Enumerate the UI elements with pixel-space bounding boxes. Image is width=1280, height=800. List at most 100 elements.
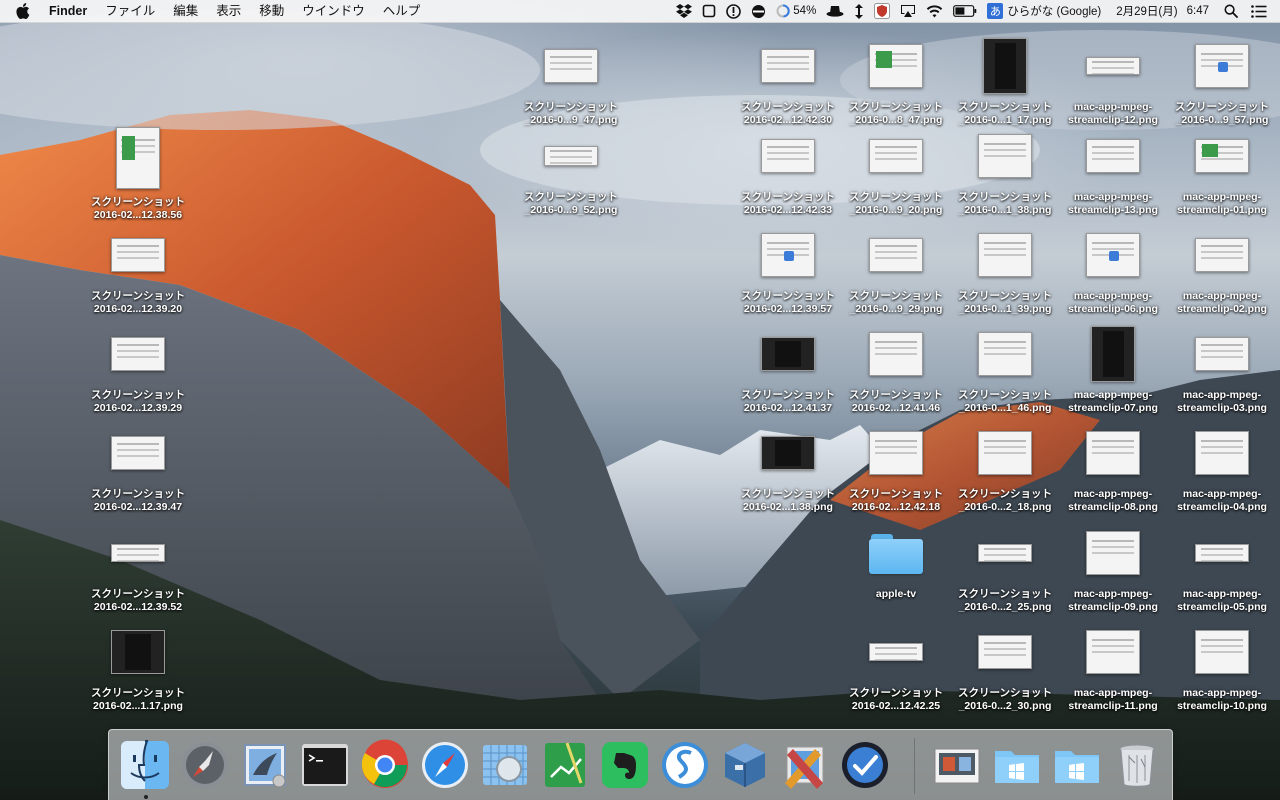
desktop-icon-label: スクリーンショット 2016-02...12.42.25	[849, 687, 943, 712]
desktop-icon-label: mac-app-mpeg- streamclip-01.png	[1177, 191, 1267, 216]
safari-icon[interactable]	[419, 739, 471, 791]
info-circle-icon[interactable]	[721, 0, 746, 22]
simplenote-icon[interactable]	[659, 739, 711, 791]
folder-apple-tv[interactable]: apple-tv	[844, 521, 948, 601]
desktop-icon-label: スクリーンショット 2016-02...12.39.52	[91, 588, 185, 613]
desktop-icon-label: mac-app-mpeg- streamclip-09.png	[1068, 588, 1158, 613]
file-thumbnail	[86, 223, 190, 287]
dock-separator	[914, 738, 915, 794]
desktop-icon[interactable]: スクリーンショット _2016-0...1_39.png	[953, 223, 1057, 316]
downloads-stack-icon[interactable]	[1051, 739, 1103, 791]
screenshot-stack-icon[interactable]	[931, 739, 983, 791]
file-thumbnail	[1061, 620, 1165, 684]
file-thumbnail	[86, 322, 190, 386]
desktop-icon[interactable]: mac-app-mpeg- streamclip-01.png	[1170, 124, 1274, 217]
progress-ring-icon[interactable]: 54%	[771, 0, 821, 22]
desktop-icon[interactable]: スクリーンショット 2016-02...12.42.18	[844, 421, 948, 514]
desktop-icon[interactable]: スクリーンショット _2016-0...2_25.png	[953, 521, 1057, 614]
desktop-icon[interactable]: スクリーンショット 2016-02...12.42.25	[844, 620, 948, 713]
sync-icon[interactable]	[746, 0, 771, 22]
updown-arrow-icon[interactable]	[849, 0, 869, 22]
pixelmator-icon[interactable]	[779, 739, 831, 791]
desktop-icon[interactable]: スクリーンショット 2016-02...12.39.29	[86, 322, 190, 415]
desktop-icon-label: mac-app-mpeg- streamclip-11.png	[1068, 687, 1158, 712]
airplay-icon[interactable]	[895, 0, 921, 22]
menu-help[interactable]: ヘルプ	[374, 0, 430, 22]
desktop-icon[interactable]: スクリーンショット 2016-02...12.42.30	[736, 34, 840, 127]
virtualbox-icon[interactable]	[719, 739, 771, 791]
desktop-icon[interactable]: スクリーンショット 2016-02...12.39.47	[86, 421, 190, 514]
desktop[interactable]: Finder ファイル 編集 表示 移動 ウインドウ ヘルプ 54% あ ひらが…	[0, 0, 1280, 800]
input-method-icon[interactable]: あ ひらがな (Google)	[982, 0, 1106, 22]
desktop-icon[interactable]: スクリーンショット 2016-02...12.39.52	[86, 521, 190, 614]
desktop-icon[interactable]: スクリーンショット 2016-02...12.41.37	[736, 322, 840, 415]
preview-icon[interactable]	[479, 739, 531, 791]
shield-icon[interactable]	[869, 0, 895, 22]
desktop-icon[interactable]: スクリーンショット _2016-0...9_20.png	[844, 124, 948, 217]
hat-icon[interactable]	[821, 0, 849, 22]
terminal-icon[interactable]	[299, 739, 351, 791]
finder-icon[interactable]	[119, 739, 171, 791]
folder-stack-icon[interactable]	[991, 739, 1043, 791]
wifi-icon[interactable]	[921, 0, 948, 22]
desktop-icon[interactable]: スクリーンショット 2016-02...12.39.20	[86, 223, 190, 316]
desktop-icon[interactable]: mac-app-mpeg- streamclip-04.png	[1170, 421, 1274, 514]
menu-app-finder[interactable]: Finder	[40, 0, 96, 22]
desktop-icon[interactable]: mac-app-mpeg- streamclip-06.png	[1061, 223, 1165, 316]
desktop-icon[interactable]: スクリーンショット _2016-0...2_30.png	[953, 620, 1057, 713]
spotlight-icon[interactable]	[1214, 0, 1243, 22]
trash-icon[interactable]	[1111, 739, 1163, 791]
apple-logo-icon[interactable]	[0, 0, 40, 22]
dropbox-icon[interactable]	[671, 0, 697, 22]
square-icon[interactable]	[697, 0, 721, 22]
desktop-icon[interactable]: スクリーンショット _2016-0...1_17.png	[953, 34, 1057, 127]
file-thumbnail	[86, 521, 190, 585]
desktop-icon[interactable]: スクリーンショット 2016-02...12.42.33	[736, 124, 840, 217]
menu-file[interactable]: ファイル	[96, 0, 164, 22]
evernote-icon[interactable]	[599, 739, 651, 791]
desktop-icon[interactable]: mac-app-mpeg- streamclip-09.png	[1061, 521, 1165, 614]
file-thumbnail	[736, 34, 840, 98]
desktop-icon[interactable]: スクリーンショット _2016-0...8_47.png	[844, 34, 948, 127]
desktop-icon[interactable]: スクリーンショット _2016-0...9_29.png	[844, 223, 948, 316]
desktop-icon[interactable]: スクリーンショット _2016-0...1_38.png	[953, 124, 1057, 217]
desktop-icon[interactable]: スクリーンショット 2016-02...1.38.png	[736, 421, 840, 514]
desktop-icon[interactable]: スクリーンショット _2016-0...9_47.png	[519, 34, 623, 127]
file-thumbnail	[953, 223, 1057, 287]
desktop-icon[interactable]: スクリーンショット 2016-02...12.41.46	[844, 322, 948, 415]
battery-icon[interactable]	[948, 0, 982, 22]
notification-center-icon[interactable]	[1243, 0, 1272, 22]
file-thumbnail	[953, 521, 1057, 585]
time-text[interactable]: 6:47	[1183, 0, 1214, 22]
desktop-icon[interactable]: スクリーンショット _2016-0...9_57.png	[1170, 34, 1274, 127]
desktop-icon[interactable]: スクリーンショット 2016-02...12.38.56	[86, 123, 190, 222]
desktop-icon[interactable]: スクリーンショット _2016-0...1_46.png	[953, 322, 1057, 415]
desktop-icon[interactable]: mac-app-mpeg- streamclip-03.png	[1170, 322, 1274, 415]
desktop-icon[interactable]: mac-app-mpeg- streamclip-13.png	[1061, 124, 1165, 217]
numbers-icon[interactable]	[539, 739, 591, 791]
desktop-icon[interactable]: mac-app-mpeg- streamclip-05.png	[1170, 521, 1274, 614]
launchpad-icon[interactable]	[179, 739, 231, 791]
desktop-icon-label: スクリーンショット _2016-0...1_39.png	[958, 290, 1052, 315]
desktop-icon[interactable]: スクリーンショット 2016-02...12.39.57	[736, 223, 840, 316]
file-thumbnail	[736, 322, 840, 386]
desktop-icon[interactable]: スクリーンショット _2016-0...9_52.png	[519, 124, 623, 217]
desktop-icon[interactable]: mac-app-mpeg- streamclip-11.png	[1061, 620, 1165, 713]
date-text[interactable]: 2月29日(月)	[1106, 0, 1182, 22]
desktop-icon[interactable]: mac-app-mpeg- streamclip-02.png	[1170, 223, 1274, 316]
mail-icon[interactable]	[239, 739, 291, 791]
desktop-icon[interactable]: mac-app-mpeg- streamclip-12.png	[1061, 34, 1165, 127]
file-thumbnail	[844, 223, 948, 287]
desktop-icon[interactable]: mac-app-mpeg- streamclip-08.png	[1061, 421, 1165, 514]
menu-view[interactable]: 表示	[207, 0, 250, 22]
desktop-icon[interactable]: mac-app-mpeg- streamclip-10.png	[1170, 620, 1274, 713]
desktop-icon[interactable]: mac-app-mpeg- streamclip-07.png	[1061, 322, 1165, 415]
desktop-icon[interactable]: スクリーンショット _2016-0...2_18.png	[953, 421, 1057, 514]
omnifocus-icon[interactable]	[839, 739, 891, 791]
desktop-icon[interactable]: スクリーンショット 2016-02...1.17.png	[86, 620, 190, 713]
menu-edit[interactable]: 編集	[164, 0, 207, 22]
desktop-icon-label: スクリーンショット 2016-02...12.42.33	[741, 191, 835, 216]
menu-go[interactable]: 移動	[250, 0, 293, 22]
menu-window[interactable]: ウインドウ	[293, 0, 374, 22]
chrome-icon[interactable]	[359, 739, 411, 791]
